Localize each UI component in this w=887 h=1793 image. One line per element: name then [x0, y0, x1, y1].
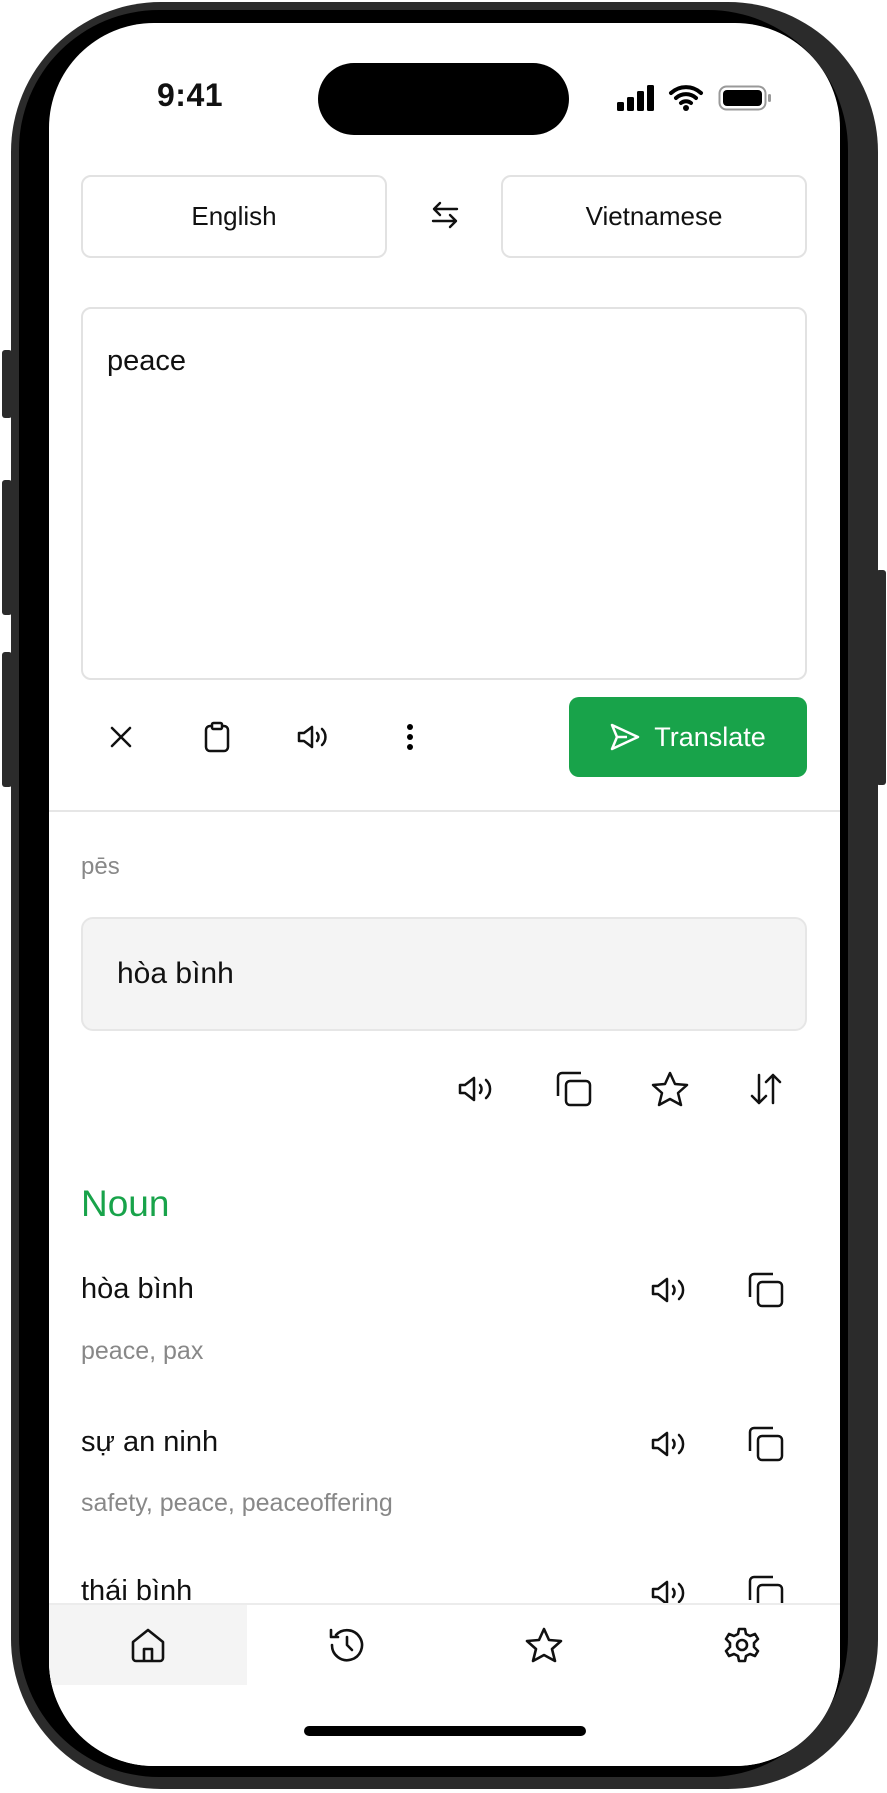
speaker-icon: [651, 1580, 685, 1603]
speak-translation-button[interactable]: [455, 1067, 499, 1111]
part-of-speech-heading: Noun: [81, 1183, 170, 1224]
bottom-nav: [49, 1603, 840, 1766]
entry-copy-button[interactable]: [744, 1422, 788, 1466]
gear-icon: [724, 1627, 760, 1663]
nav-tab-home[interactable]: [49, 1605, 247, 1685]
history-icon: [329, 1628, 364, 1662]
entry-meanings: safety, peace, peaceoffering: [81, 1489, 393, 1517]
home-icon: [131, 1628, 165, 1663]
entry-speak-button[interactable]: [648, 1422, 692, 1466]
entry-word: hòa bình: [81, 1273, 194, 1305]
speaker-icon: [458, 1076, 492, 1102]
favorite-button[interactable]: [648, 1067, 692, 1111]
results-scroll-area[interactable]: pēs hòa bình Noun hòa bình peace, pax sự…: [49, 23, 840, 1603]
screen: 9:41 English Vietnamese peace Translate …: [49, 23, 840, 1766]
copy-icon: [748, 1272, 784, 1308]
entry-copy-button[interactable]: [744, 1571, 788, 1603]
mute-switch: [2, 350, 12, 418]
nav-tab-favorites[interactable]: [445, 1605, 643, 1685]
sort-arrows-icon: [750, 1073, 782, 1105]
power-button: [876, 570, 886, 785]
speaker-icon: [651, 1277, 685, 1303]
copy-translation-button[interactable]: [552, 1067, 596, 1111]
reverse-translation-button[interactable]: [744, 1067, 788, 1111]
entry-speak-button[interactable]: [648, 1268, 692, 1312]
copy-icon: [748, 1426, 784, 1462]
nav-tab-history[interactable]: [247, 1605, 445, 1685]
home-indicator: [304, 1726, 586, 1736]
copy-icon: [748, 1575, 784, 1603]
entry-speak-button[interactable]: [648, 1571, 692, 1603]
entry-meanings: peace, pax: [81, 1337, 204, 1365]
volume-up-button: [2, 480, 12, 615]
speaker-icon: [651, 1431, 685, 1457]
phonetic-text: pēs: [81, 853, 120, 880]
translation-result: hòa bình: [81, 917, 807, 1031]
entry-word: sự an ninh: [81, 1426, 219, 1458]
nav-tab-settings[interactable]: [643, 1605, 840, 1685]
star-icon: [525, 1627, 563, 1663]
entry-word: thái bình: [81, 1575, 193, 1603]
star-icon: [651, 1071, 689, 1107]
volume-down-button: [2, 652, 12, 787]
copy-icon: [556, 1071, 592, 1107]
translation-text: hòa bình: [117, 957, 234, 990]
entry-copy-button[interactable]: [744, 1268, 788, 1312]
